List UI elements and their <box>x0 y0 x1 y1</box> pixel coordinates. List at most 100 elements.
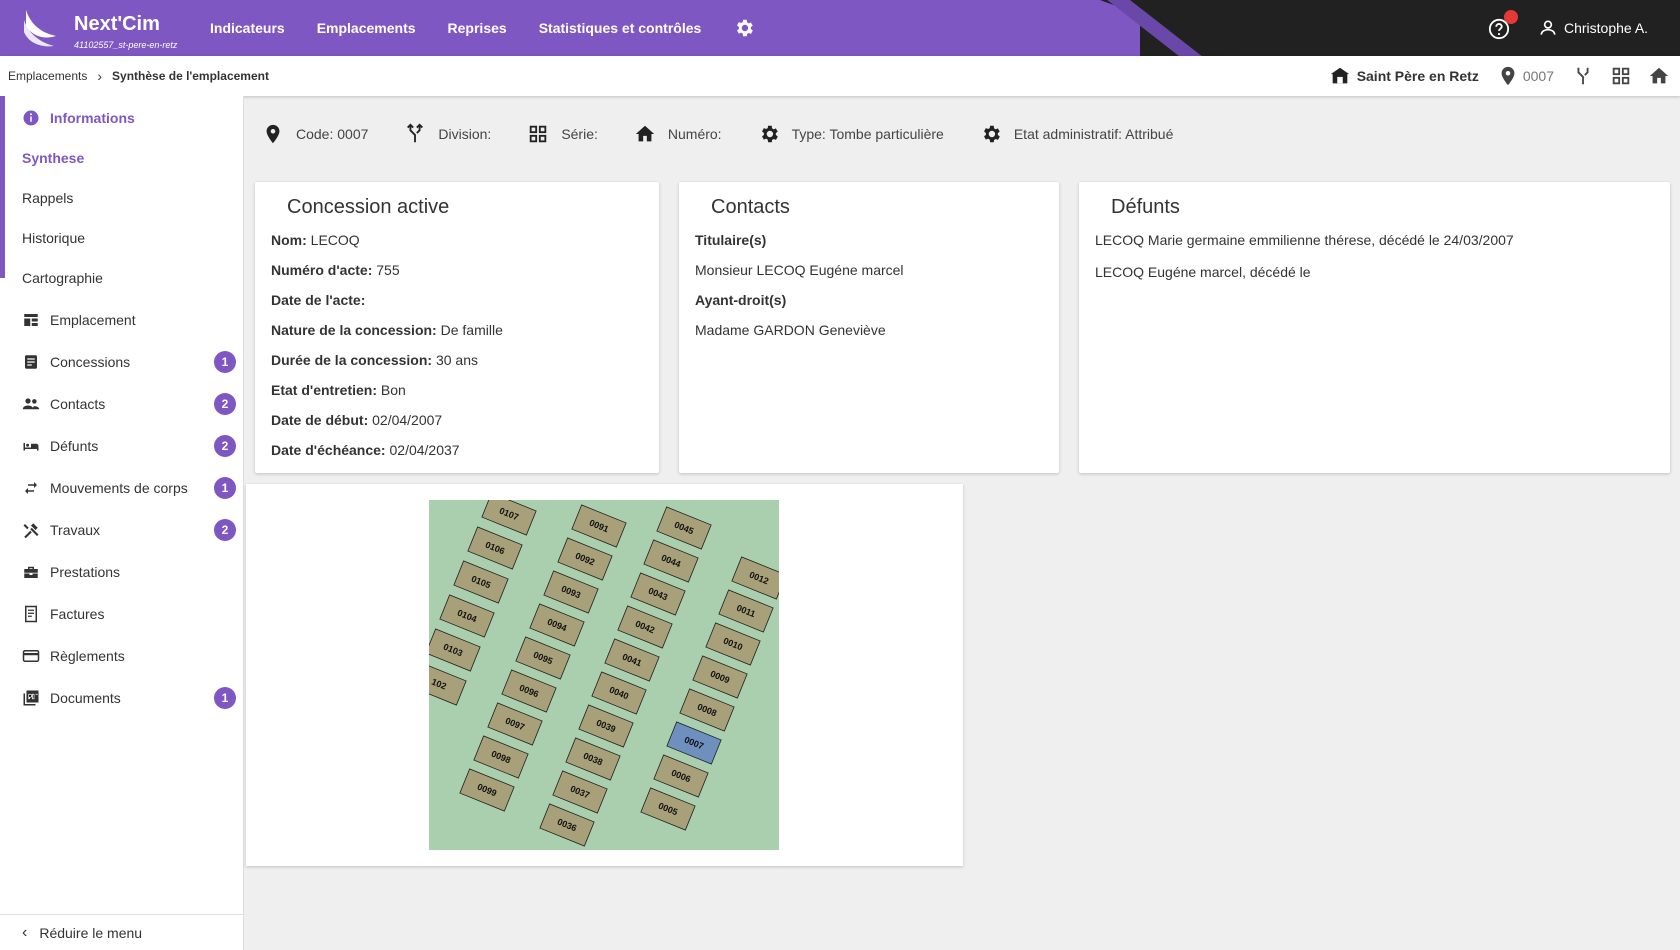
sidebar-item-label: Rappels <box>22 190 74 206</box>
contacts-card: Contacts Titulaire(s) Monsieur LECOQ Eug… <box>679 182 1059 473</box>
home-icon <box>635 125 655 142</box>
map-card: 0107 0106 0105 0104 0103 102 0091 0092 0093 0094 0… <box>246 484 963 866</box>
division-fork-icon <box>407 123 424 143</box>
context-site[interactable]: Saint Père en Retz <box>1357 68 1479 84</box>
sidebar-active-indicator <box>0 96 5 278</box>
notification-dot <box>1504 10 1518 24</box>
sidebar-item-label: Travaux <box>50 522 101 538</box>
sidebar-item-documents[interactable]: Documents 1 <box>22 686 236 710</box>
sidebar-item-concessions[interactable]: Concessions 1 <box>22 350 236 374</box>
top-bar: Next'Cim 41102557_st-pere-en-retz Indica… <box>0 0 1680 56</box>
field-label: Nature de la concession: <box>271 322 437 338</box>
sidebar-item-reglements[interactable]: Règlements <box>22 644 236 668</box>
sidebar-section-label: Informations <box>50 110 135 126</box>
bed-icon <box>23 443 39 451</box>
chevron-left-icon: ‹ <box>22 923 28 941</box>
sidebar-item-cartographie[interactable]: Cartographie <box>22 266 236 290</box>
tools-icon <box>23 523 39 539</box>
info-division-label: Division: <box>438 126 492 142</box>
sidebar-item-label: Factures <box>50 606 105 622</box>
context-toolbar: Saint Père en Retz 0007 <box>1329 64 1670 88</box>
field-value: Bon <box>380 382 406 398</box>
nav-reprises[interactable]: Reprises <box>448 20 507 36</box>
sidebar-item-label: Historique <box>22 230 86 246</box>
info-etat-label: Etat administratif: Attribué <box>1013 126 1174 142</box>
concession-field-nature: Nature de la concession: De famille <box>271 322 503 338</box>
cemetery-map[interactable]: 0107010601050104010310200910092009300940… <box>429 500 779 850</box>
defunt-item[interactable]: LECOQ Eugéne marcel, décédé le <box>1095 264 1311 280</box>
collapse-menu-button[interactable]: ‹ Réduire le menu <box>0 914 244 950</box>
sidebar-item-travaux[interactable]: Travaux 2 <box>22 518 236 542</box>
concession-field-date-debut: Date de début: 02/04/2007 <box>271 412 442 428</box>
sidebar-item-label: Prestations <box>50 564 121 580</box>
titulaire-name[interactable]: Monsieur LECOQ Eugéne marcel <box>695 262 904 278</box>
count-badge: 2 <box>214 393 236 415</box>
info-type: Type: Tombe particulière <box>758 123 944 145</box>
collapse-menu-label: Réduire le menu <box>39 924 143 941</box>
sidebar-item-factures[interactable]: Factures <box>22 602 236 626</box>
sidebar: Informations Synthese Rappels Historique… <box>0 96 244 950</box>
sidebar-item-mouvements[interactable]: Mouvements de corps 1 <box>22 476 236 500</box>
sidebar-item-contacts[interactable]: Contacts 2 <box>22 392 236 416</box>
count-badge: 1 <box>214 477 236 499</box>
sidebar-section-informations[interactable]: Informations <box>22 106 236 130</box>
concession-card-title: Concession active <box>287 196 450 218</box>
count-badge: 2 <box>214 519 236 541</box>
field-label: Numéro d'acte: <box>271 262 373 278</box>
division-fork-icon[interactable] <box>1572 65 1594 87</box>
nav-indicateurs[interactable]: Indicateurs <box>210 20 285 36</box>
info-type-label: Type: Tombe particulière <box>791 126 944 142</box>
context-code[interactable]: 0007 <box>1523 68 1554 84</box>
sidebar-item-defunts[interactable]: Défunts 2 <box>22 434 236 458</box>
grid-icon <box>530 125 547 143</box>
nav-emplacements[interactable]: Emplacements <box>317 20 416 36</box>
sidebar-item-rappels[interactable]: Rappels <box>22 186 236 210</box>
field-value: 02/04/2037 <box>389 442 460 458</box>
sidebar-item-synthese[interactable]: Synthese <box>22 146 236 170</box>
field-value: 30 ans <box>435 352 478 368</box>
defunt-item[interactable]: LECOQ Marie germaine emmilienne thérese,… <box>1095 232 1514 248</box>
sidebar-item-historique[interactable]: Historique <box>22 226 236 250</box>
gear-icon <box>761 125 778 143</box>
credit-card-icon <box>22 650 40 662</box>
user-menu[interactable]: Christophe A. <box>1538 18 1648 38</box>
info-code-label: Code: 0007 <box>296 126 369 142</box>
user-icon <box>1540 20 1556 35</box>
location-info-strip: Code: 0007 Division: Série: Numéro: Type… <box>262 118 1209 150</box>
info-etat: Etat administratif: Attribué <box>980 123 1174 145</box>
toolbox-icon <box>24 566 38 578</box>
sidebar-item-label: Documents <box>50 690 121 706</box>
sidebar-item-prestations[interactable]: Prestations <box>22 560 236 584</box>
breadcrumb-separator: › <box>97 68 103 84</box>
ayant-droit-name[interactable]: Madame GARDON Geneviève <box>695 322 886 338</box>
sidebar-item-label: Mouvements de corps <box>50 480 188 496</box>
count-badge: 2 <box>214 435 236 457</box>
sidebar-item-emplacement[interactable]: Emplacement <box>22 308 236 332</box>
field-label: Date de début: <box>271 412 369 428</box>
info-code: Code: 0007 <box>262 123 368 145</box>
home-icon[interactable] <box>1648 65 1670 87</box>
app-logo[interactable] <box>20 6 60 50</box>
info-icon <box>23 110 39 126</box>
breadcrumb: Emplacements › Synthèse de l'emplacement <box>8 68 269 84</box>
settings-gear-icon[interactable] <box>733 17 755 39</box>
grid-icon[interactable] <box>1610 65 1632 87</box>
field-label: Date d'échéance: <box>271 442 386 458</box>
field-value: De famille <box>440 322 503 338</box>
pdf-icon <box>23 690 39 706</box>
concession-card: Concession active Nom: LECOQ Numéro d'ac… <box>255 182 659 473</box>
concession-field-date-acte: Date de l'acte: <box>271 292 365 308</box>
contacts-card-title: Contacts <box>711 196 790 218</box>
ayant-droit-heading: Ayant-droit(s) <box>695 292 787 308</box>
location-pin-icon <box>266 124 280 144</box>
cemetery-icon <box>1330 67 1349 84</box>
document-icon <box>25 355 37 369</box>
breadcrumb-parent[interactable]: Emplacements <box>8 69 87 83</box>
sidebar-item-label: Contacts <box>50 396 106 412</box>
sidebar-item-label: Synthese <box>22 150 85 166</box>
concession-field-entretien: Etat d'entretien: Bon <box>271 382 406 398</box>
location-pin-icon <box>1501 66 1515 86</box>
sidebar-item-label: Règlements <box>50 648 125 664</box>
concession-field-nom: Nom: LECOQ <box>271 232 360 248</box>
nav-statistiques[interactable]: Statistiques et contrôles <box>539 20 702 36</box>
